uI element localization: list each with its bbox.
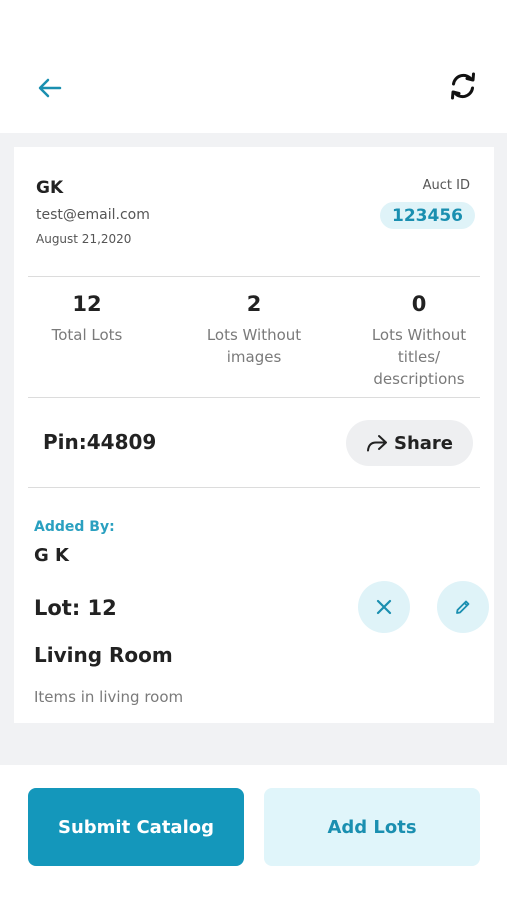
app-header [0,0,507,133]
stat-label: Lots Without images [206,326,302,366]
refresh-icon [451,72,475,100]
submit-catalog-button[interactable]: Submit Catalog [28,788,244,866]
close-icon [376,599,392,615]
share-icon [366,435,387,452]
stat-lots-without-images: 2 Lots Without images [194,292,314,368]
stat-value: 0 [411,292,427,316]
divider [28,487,480,488]
stat-value: 2 [246,292,262,316]
share-button[interactable]: Share [346,420,473,466]
stat-value: 12 [72,292,102,316]
divider [28,276,480,277]
action-footer: Submit Catalog Add Lots [0,765,507,900]
added-by-label: Added By: [34,519,115,535]
edit-lot-button[interactable] [437,581,489,633]
lot-number: Lot: 12 [34,596,117,620]
user-email: test@email.com [36,207,150,223]
lot-title: Living Room [34,643,173,667]
pin-value: Pin:44809 [43,430,157,454]
catalog-card: GK test@email.com August 21,2020 Auct ID… [14,147,494,723]
stat-label: Lots Without titles/ descriptions [371,326,467,388]
auction-id-badge: 123456 [380,202,475,229]
refresh-button[interactable] [443,66,483,106]
stat-label: Total Lots [51,326,123,344]
delete-lot-button[interactable] [358,581,410,633]
stat-total-lots: 12 Total Lots [47,292,127,346]
user-name: GK [36,178,64,198]
arrow-left-icon [38,78,62,98]
lot-description: Items in living room [34,688,184,706]
add-lots-button[interactable]: Add Lots [264,788,480,866]
auction-id-label: Auct ID [422,178,470,193]
stat-lots-without-titles: 0 Lots Without titles/ descriptions [354,292,484,390]
catalog-date: August 21,2020 [36,232,132,246]
divider [28,397,480,398]
back-button[interactable] [30,70,70,106]
added-by-name: G K [34,545,69,566]
share-label: Share [393,432,453,454]
pencil-icon [456,600,470,614]
